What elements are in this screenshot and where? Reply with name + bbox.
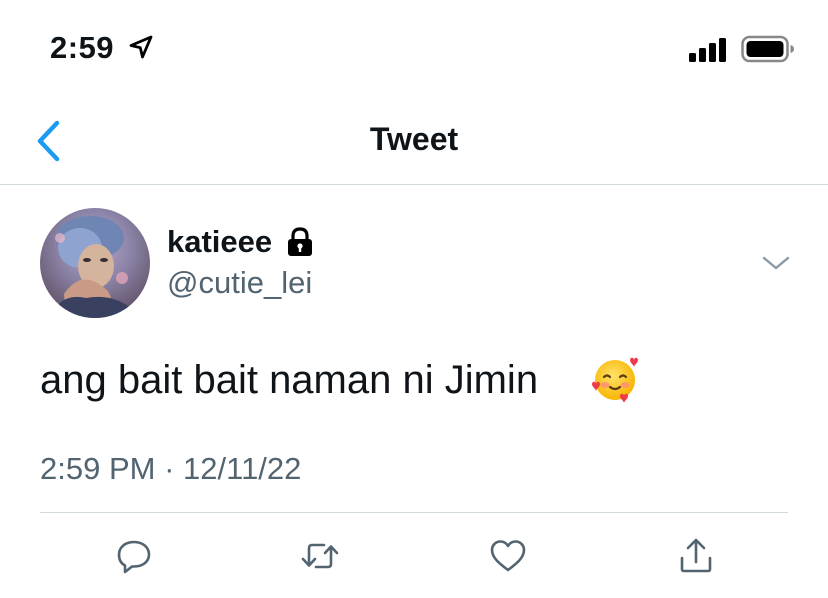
tweet-date[interactable]: 12/11/22 [183,451,301,486]
like-button[interactable] [488,536,528,576]
author-display-name[interactable]: katieee [167,224,272,260]
battery-icon [741,35,795,63]
share-button[interactable] [676,536,716,576]
chevron-down-icon[interactable] [760,252,792,274]
page-title: Tweet [369,121,459,157]
tweet-timestamp: 2:59 PM · 12/11/22 [40,451,301,487]
content-divider [40,512,788,513]
status-time: 2:59 [50,30,115,65]
location-arrow-icon [128,34,154,60]
lock-icon [285,226,315,258]
reply-button[interactable] [114,536,154,576]
avatar[interactable] [40,208,150,318]
retweet-icon [301,543,339,569]
heart-icon [490,540,526,572]
timestamp-separator: · [164,451,175,486]
tweet-text: ang bait bait naman ni Jimin [40,358,539,402]
tweet-time[interactable]: 2:59 PM [40,451,155,486]
signal-bars-icon [689,38,729,62]
author-handle[interactable]: @cutie_lei [167,265,312,301]
share-icon [680,538,712,573]
retweet-button[interactable] [300,536,340,576]
reply-icon [117,540,151,574]
header-divider [0,184,828,185]
smiling-face-with-hearts-emoji [590,354,640,404]
